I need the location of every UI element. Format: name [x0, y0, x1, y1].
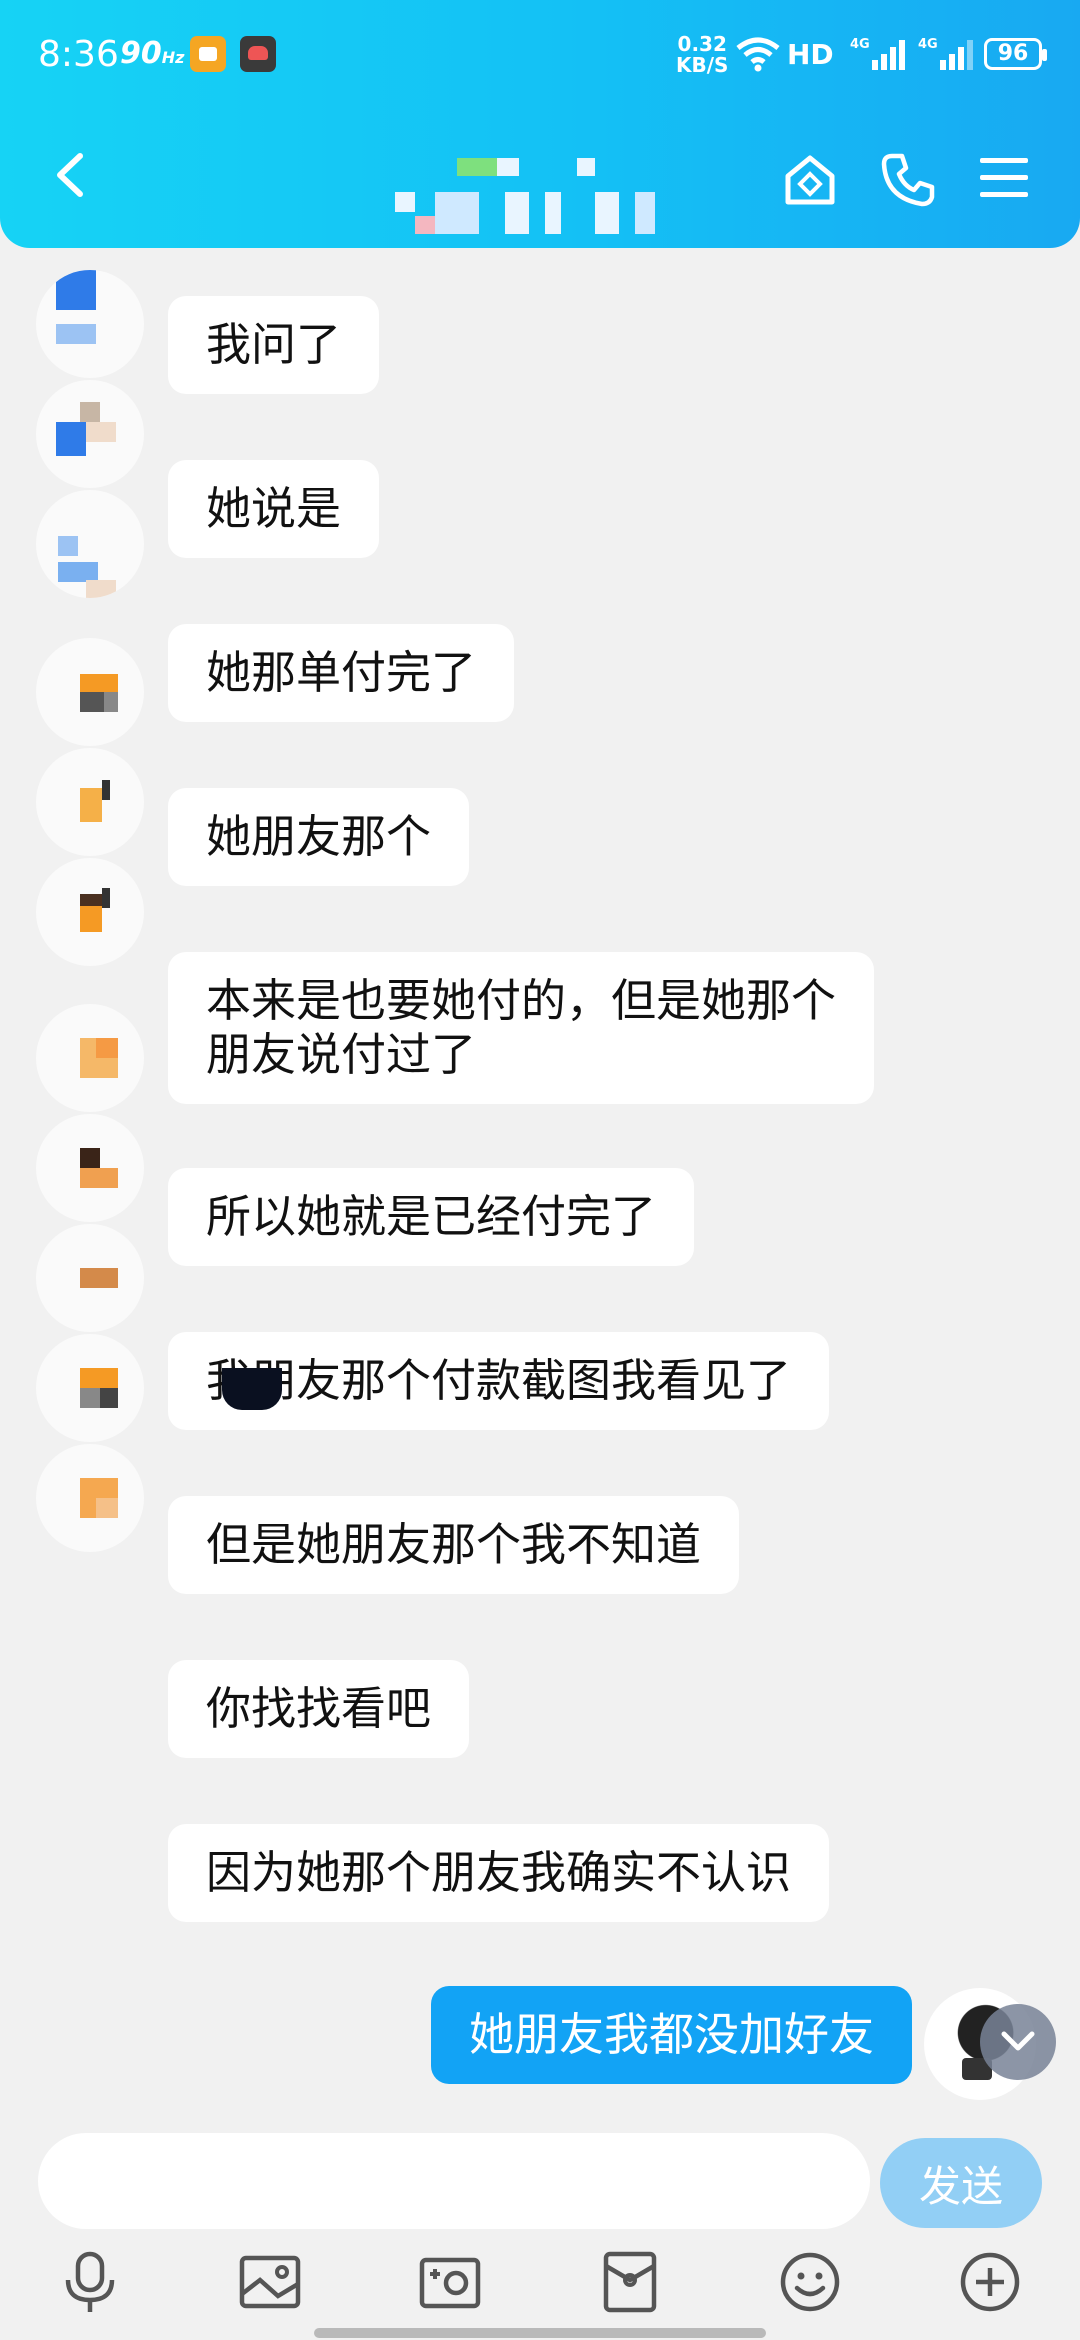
message-bubble[interactable]: 本来是也要她付的，但是她那个 朋友说付过了: [168, 952, 875, 1104]
signal-icon: 4G: [850, 37, 905, 70]
message-bubble[interactable]: 但是她朋友那个我不知道: [168, 1496, 740, 1594]
menu-icon[interactable]: [978, 156, 1030, 200]
plus-icon[interactable]: [958, 2250, 1022, 2314]
avatar[interactable]: [36, 380, 144, 488]
hd-label: HD: [787, 38, 834, 71]
avatar[interactable]: [36, 1334, 144, 1442]
my-message-bubble[interactable]: 她朋友我都没加好友: [430, 1986, 912, 2084]
red-packet-icon[interactable]: [598, 2250, 662, 2314]
avatar[interactable]: [36, 490, 144, 598]
svg-text:4G: 4G: [918, 37, 938, 52]
message-bubble[interactable]: 她朋友那个: [168, 788, 470, 886]
signal-icon: 4G: [918, 37, 973, 70]
message-bubble[interactable]: 你找找看吧: [168, 1660, 470, 1758]
redaction-mark: [222, 1368, 282, 1410]
chevron-down-icon: [1001, 2031, 1035, 2051]
scroll-down-button[interactable]: [980, 2004, 1056, 2080]
net-speed: 0.32 KB/S: [676, 32, 729, 77]
game-app-icon: [240, 36, 276, 72]
avatar[interactable]: [36, 270, 144, 378]
input-bar: 发送: [0, 2128, 1080, 2238]
refresh-rate: 90Hz: [120, 36, 185, 71]
status-time: 8:36: [38, 34, 119, 75]
wifi-icon: [736, 37, 780, 72]
microphone-icon[interactable]: [58, 2250, 122, 2314]
avatar[interactable]: [36, 858, 144, 966]
avatar[interactable]: [36, 1224, 144, 1332]
image-icon[interactable]: [238, 2250, 302, 2314]
avatar[interactable]: [36, 638, 144, 746]
video-app-icon: [190, 36, 226, 72]
message-bubble[interactable]: 因为她那个朋友我确实不认识: [168, 1824, 830, 1922]
avatar[interactable]: [36, 1444, 144, 1552]
home-indicator[interactable]: [314, 2328, 766, 2338]
camera-icon[interactable]: [418, 2250, 482, 2314]
avatar[interactable]: [36, 748, 144, 856]
chat-header: 8:36 90Hz 0.32 KB/S HD 4G 4G 96: [0, 0, 1080, 248]
emoji-icon[interactable]: [778, 2250, 842, 2314]
battery-indicator: 96: [984, 38, 1047, 70]
chevron-left-icon[interactable]: [52, 150, 86, 200]
message-bubble[interactable]: 她那单付完了: [168, 624, 515, 722]
home-icon[interactable]: [782, 152, 838, 208]
input-toolbar: [0, 2238, 1080, 2328]
message-bubble[interactable]: 我问了: [168, 296, 380, 394]
avatar[interactable]: [36, 1004, 144, 1112]
message-input[interactable]: [38, 2133, 870, 2229]
message-list[interactable]: 我问了 她说是 她那单付完了 她朋友那个 本来是也要她付的，但是她那个 朋友说付…: [0, 248, 1080, 2128]
svg-text:4G: 4G: [850, 37, 870, 52]
phone-icon[interactable]: [880, 152, 936, 208]
send-button[interactable]: 发送: [880, 2138, 1042, 2228]
status-bar: 8:36 90Hz 0.32 KB/S HD 4G 4G 96: [0, 0, 1080, 110]
avatar[interactable]: [36, 1114, 144, 1222]
contact-name-redacted: [395, 152, 665, 242]
message-bubble[interactable]: 所以她就是已经付完了: [168, 1168, 695, 1266]
message-bubble[interactable]: 她说是: [168, 460, 380, 558]
